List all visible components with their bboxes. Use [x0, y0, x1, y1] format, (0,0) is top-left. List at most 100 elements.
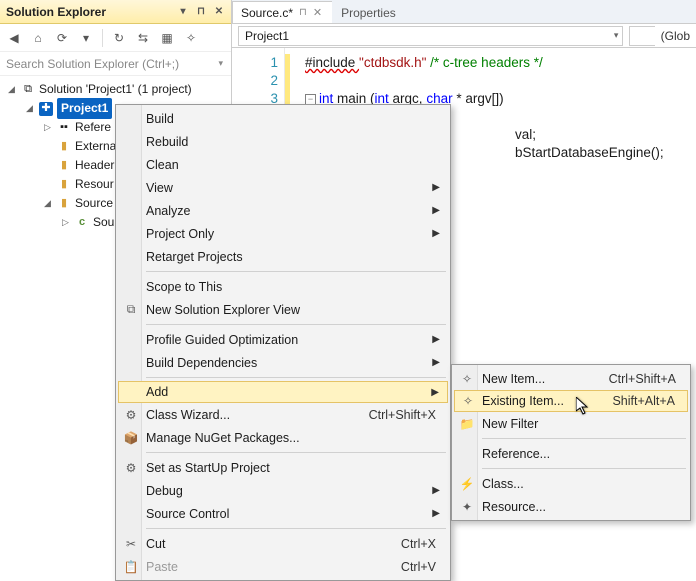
- menu-item-label: Reference...: [482, 447, 550, 461]
- context-menu-item[interactable]: ⚙Class Wizard...Ctrl+Shift+X: [118, 403, 448, 426]
- context-menu-item[interactable]: Debug▶: [118, 479, 448, 502]
- solution-label: Solution 'Project1' (1 project): [39, 80, 192, 99]
- global-label: (Glob: [655, 29, 696, 43]
- pin-icon[interactable]: ⊓: [299, 7, 307, 18]
- toolbar-dropdown-icon[interactable]: ▾: [76, 28, 96, 48]
- context-menu-item[interactable]: Analyze ▶: [118, 199, 448, 222]
- solution-node[interactable]: ◢ ⧉ Solution 'Project1' (1 project): [6, 80, 231, 99]
- add-submenu: ✧New Item...Ctrl+Shift+A✧Existing Item..…: [451, 364, 691, 521]
- add-submenu-item[interactable]: ⚡ Class...: [454, 472, 688, 495]
- project-combo[interactable]: Project1: [238, 26, 623, 46]
- add-submenu-item[interactable]: ✦Resource...: [454, 495, 688, 518]
- menu-item-label: Analyze: [146, 204, 190, 218]
- menu-separator: [146, 528, 446, 529]
- context-menu-item[interactable]: Build: [118, 107, 448, 130]
- menu-item-icon: ⚡: [458, 477, 476, 491]
- context-menu-item[interactable]: ⧉ New Solution Explorer View: [118, 298, 448, 321]
- menu-item-label: New Solution Explorer View: [146, 303, 300, 317]
- add-submenu-item[interactable]: 📁New Filter: [454, 412, 688, 435]
- menu-item-label: Class Wizard...: [146, 408, 230, 422]
- sync-icon[interactable]: ⟳: [52, 28, 72, 48]
- submenu-arrow-icon: ▶: [432, 508, 440, 519]
- menu-item-label: Paste: [146, 560, 178, 574]
- context-menu-item[interactable]: ✂CutCtrl+X: [118, 532, 448, 555]
- context-menu-item: 📋PasteCtrl+V: [118, 555, 448, 578]
- context-menu-item[interactable]: Clean: [118, 153, 448, 176]
- context-menu-item[interactable]: Scope to This: [118, 275, 448, 298]
- expand-icon[interactable]: ◢: [42, 194, 53, 213]
- context-menu-item[interactable]: View▶: [118, 176, 448, 199]
- node-label: Refere: [75, 118, 111, 137]
- menu-item-label: Profile Guided Optimization: [146, 333, 298, 347]
- context-menu-item[interactable]: 📦Manage NuGet Packages...: [118, 426, 448, 449]
- context-menu-item[interactable]: Add▶: [118, 381, 448, 403]
- menu-item-icon: ⧉: [122, 302, 140, 317]
- node-label: Resour: [75, 175, 114, 194]
- node-label: Source: [75, 194, 113, 213]
- add-submenu-item[interactable]: ✧New Item...Ctrl+Shift+A: [454, 367, 688, 390]
- back-icon[interactable]: ◀: [4, 28, 24, 48]
- tab-label: Source.c*: [241, 6, 293, 20]
- close-icon[interactable]: ✕: [313, 6, 322, 19]
- panel-title: Solution Explorer: [4, 5, 173, 19]
- menu-item-shortcut: Ctrl+X: [401, 537, 436, 551]
- menu-item-label: Retarget Projects: [146, 250, 243, 264]
- menu-item-label: Scope to This: [146, 280, 222, 294]
- context-menu-item[interactable]: ⚙ Set as StartUp Project: [118, 456, 448, 479]
- expand-icon[interactable]: ◢: [6, 80, 17, 99]
- context-menu-item[interactable]: Build Dependencies▶: [118, 351, 448, 374]
- submenu-arrow-icon: ▶: [432, 228, 440, 239]
- menu-item-label: View: [146, 181, 173, 195]
- show-all-icon[interactable]: ▦: [157, 28, 177, 48]
- menu-item-label: Set as StartUp Project: [146, 461, 270, 475]
- expand-icon[interactable]: ▷: [42, 118, 53, 137]
- expand-icon[interactable]: ◢: [24, 99, 35, 118]
- submenu-arrow-icon: ▶: [432, 205, 440, 216]
- context-menu-item[interactable]: Project Only ▶: [118, 222, 448, 245]
- context-menu-item[interactable]: Retarget Projects: [118, 245, 448, 268]
- menu-item-label: Project Only: [146, 227, 214, 241]
- menu-item-label: Build Dependencies: [146, 356, 257, 370]
- menu-separator: [482, 438, 686, 439]
- close-icon[interactable]: ✕: [211, 4, 227, 20]
- menu-item-icon: ✂: [122, 537, 140, 551]
- dropdown-icon[interactable]: ▾: [175, 4, 191, 20]
- line-number: 1: [232, 54, 278, 72]
- context-menu-item[interactable]: Profile Guided Optimization▶: [118, 328, 448, 351]
- context-menu-item[interactable]: Source Control ▶: [118, 502, 448, 525]
- menu-separator: [146, 271, 446, 272]
- menu-item-label: New Item...: [482, 372, 545, 386]
- context-menu-item[interactable]: Rebuild: [118, 130, 448, 153]
- tab-source[interactable]: Source.c* ⊓ ✕: [232, 1, 333, 23]
- search-dropdown-icon[interactable]: ▾: [216, 58, 225, 69]
- node-label: Externa: [75, 137, 116, 156]
- menu-item-label: Class...: [482, 477, 524, 491]
- menu-item-icon: ⚙: [122, 461, 140, 475]
- collapse-icon[interactable]: ⇆: [133, 28, 153, 48]
- pin-icon[interactable]: ⊓: [193, 4, 209, 20]
- menu-separator: [146, 324, 446, 325]
- refresh-icon[interactable]: ↻: [109, 28, 129, 48]
- menu-item-label: Existing Item...: [482, 394, 564, 408]
- project-label: Project1: [57, 98, 112, 119]
- menu-item-label: Resource...: [482, 500, 546, 514]
- menu-item-label: Manage NuGet Packages...: [146, 431, 300, 445]
- add-submenu-item[interactable]: ✧Existing Item...Shift+Alt+A: [454, 390, 688, 412]
- menu-item-label: Add: [146, 385, 168, 399]
- scope-combo[interactable]: [629, 26, 654, 46]
- search-box[interactable]: ▾: [0, 52, 231, 76]
- add-submenu-item[interactable]: Reference...: [454, 442, 688, 465]
- folder-icon: ▮: [57, 140, 71, 154]
- solution-icon: ⧉: [21, 83, 35, 97]
- node-label: Header: [75, 156, 114, 175]
- home-icon[interactable]: ⌂: [28, 28, 48, 48]
- menu-item-label: Source Control: [146, 507, 229, 521]
- properties-icon[interactable]: ✧: [181, 28, 201, 48]
- expand-icon[interactable]: ▷: [60, 213, 71, 232]
- search-input[interactable]: [6, 57, 216, 71]
- menu-item-icon: 📋: [122, 560, 140, 574]
- c-file-icon: c: [75, 216, 89, 230]
- toolbar: ◀ ⌂ ⟳ ▾ ↻ ⇆ ▦ ✧: [0, 24, 231, 52]
- tab-properties[interactable]: Properties: [332, 1, 407, 23]
- menu-item-label: Debug: [146, 484, 183, 498]
